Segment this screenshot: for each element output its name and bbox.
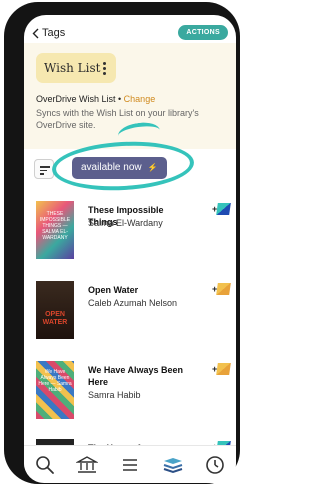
audiobook-format-icon[interactable]: +	[212, 283, 231, 299]
book-cover[interactable]: We Have Always Been Here — Samra Habib	[36, 361, 74, 419]
book-cover[interactable]: OPEN WATER	[36, 281, 74, 339]
actions-button[interactable]: ACTIONS	[178, 25, 228, 40]
back-label: Tags	[42, 27, 66, 39]
book-author: Samra Habib	[88, 390, 141, 400]
list-item[interactable]: We Have Always Been Here — Samra Habib W…	[24, 361, 236, 431]
list-item[interactable]: OPEN WATER Open Water Caleb Azumah Nelso…	[24, 281, 236, 351]
book-cover[interactable]: THESE IMPOSSIBLE THINGS — SALMA EL-WARDA…	[36, 201, 74, 259]
shelf-icon[interactable]	[162, 454, 184, 476]
chevron-left-icon	[32, 28, 39, 38]
tag-name-pill[interactable]: Wish List	[36, 53, 116, 83]
sync-separator: •	[115, 94, 124, 104]
app-screen: Tags ACTIONS Wish List OverDrive Wish Li…	[24, 15, 236, 483]
sync-title: OverDrive Wish List	[36, 94, 116, 104]
bottom-nav	[24, 445, 236, 483]
more-options-icon[interactable]	[103, 62, 106, 77]
search-icon[interactable]	[34, 454, 56, 476]
tag-name: Wish List	[44, 61, 101, 75]
cover-text: THESE IMPOSSIBLE THINGS — SALMA EL-WARDA…	[39, 211, 71, 241]
sync-source: OverDrive Wish List • Change	[36, 94, 155, 104]
clock-icon[interactable]	[204, 454, 226, 476]
book-title[interactable]: We Have Always Been Here	[88, 364, 188, 388]
list-item[interactable]: THESE IMPOSSIBLE THINGS — SALMA EL-WARDA…	[24, 201, 236, 271]
audiobook-format-icon[interactable]: +	[212, 363, 231, 379]
cover-text: We Have Always Been Here — Samra Habib	[38, 369, 72, 393]
cover-text: OPEN WATER	[42, 311, 68, 326]
change-link[interactable]: Change	[124, 94, 156, 104]
sort-filter-button[interactable]	[34, 159, 54, 179]
library-icon[interactable]	[75, 454, 99, 476]
ebook-format-icon[interactable]: +	[212, 203, 231, 219]
phone-frame: Tags ACTIONS Wish List OverDrive Wish Li…	[4, 2, 240, 484]
book-title[interactable]: Open Water	[88, 284, 188, 296]
book-author: Caleb Azumah Nelson	[88, 298, 178, 308]
book-author: Salma El-Wardany	[88, 218, 163, 228]
menu-icon[interactable]	[119, 454, 141, 476]
back-button[interactable]: Tags	[32, 27, 65, 39]
